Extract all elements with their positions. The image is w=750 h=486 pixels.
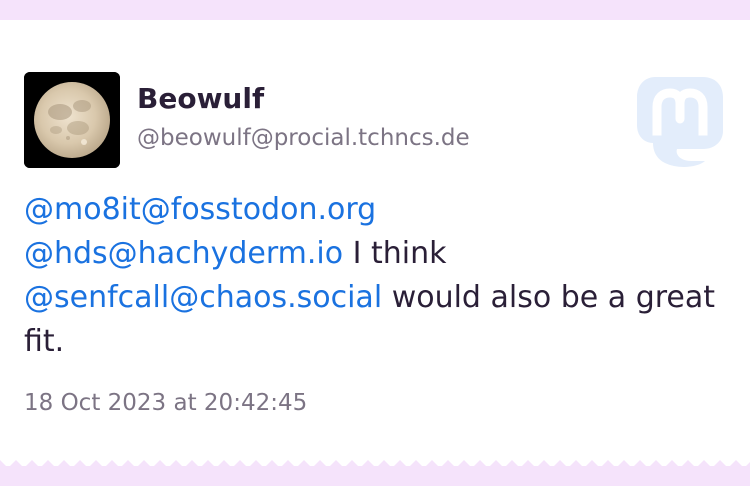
- full-moon-icon: [24, 72, 120, 168]
- bottom-zigzag-edge: [0, 460, 750, 468]
- post-timestamp[interactable]: 18 Oct 2023 at 20:42:45: [24, 390, 307, 416]
- post-card: Beowulf @beowulf@procial.tchncs.de @mo8i…: [0, 20, 750, 466]
- post-content: @mo8it@fosstodon.org @hds@hachyderm.io I …: [24, 188, 724, 364]
- avatar[interactable]: [24, 72, 120, 168]
- mention-link[interactable]: @senfcall@chaos.social: [24, 280, 382, 315]
- mastodon-logo-icon: [633, 73, 725, 169]
- author-handle[interactable]: @beowulf@procial.tchncs.de: [137, 125, 470, 151]
- mention-link[interactable]: @hds@hachyderm.io: [24, 236, 343, 271]
- post-text: I think: [343, 236, 447, 271]
- author-display-name[interactable]: Beowulf: [137, 82, 264, 115]
- post-paragraph: @mo8it@fosstodon.org @hds@hachyderm.io I …: [24, 188, 724, 364]
- top-zigzag-edge: [0, 12, 750, 20]
- mention-link[interactable]: @mo8it@fosstodon.org: [24, 192, 376, 227]
